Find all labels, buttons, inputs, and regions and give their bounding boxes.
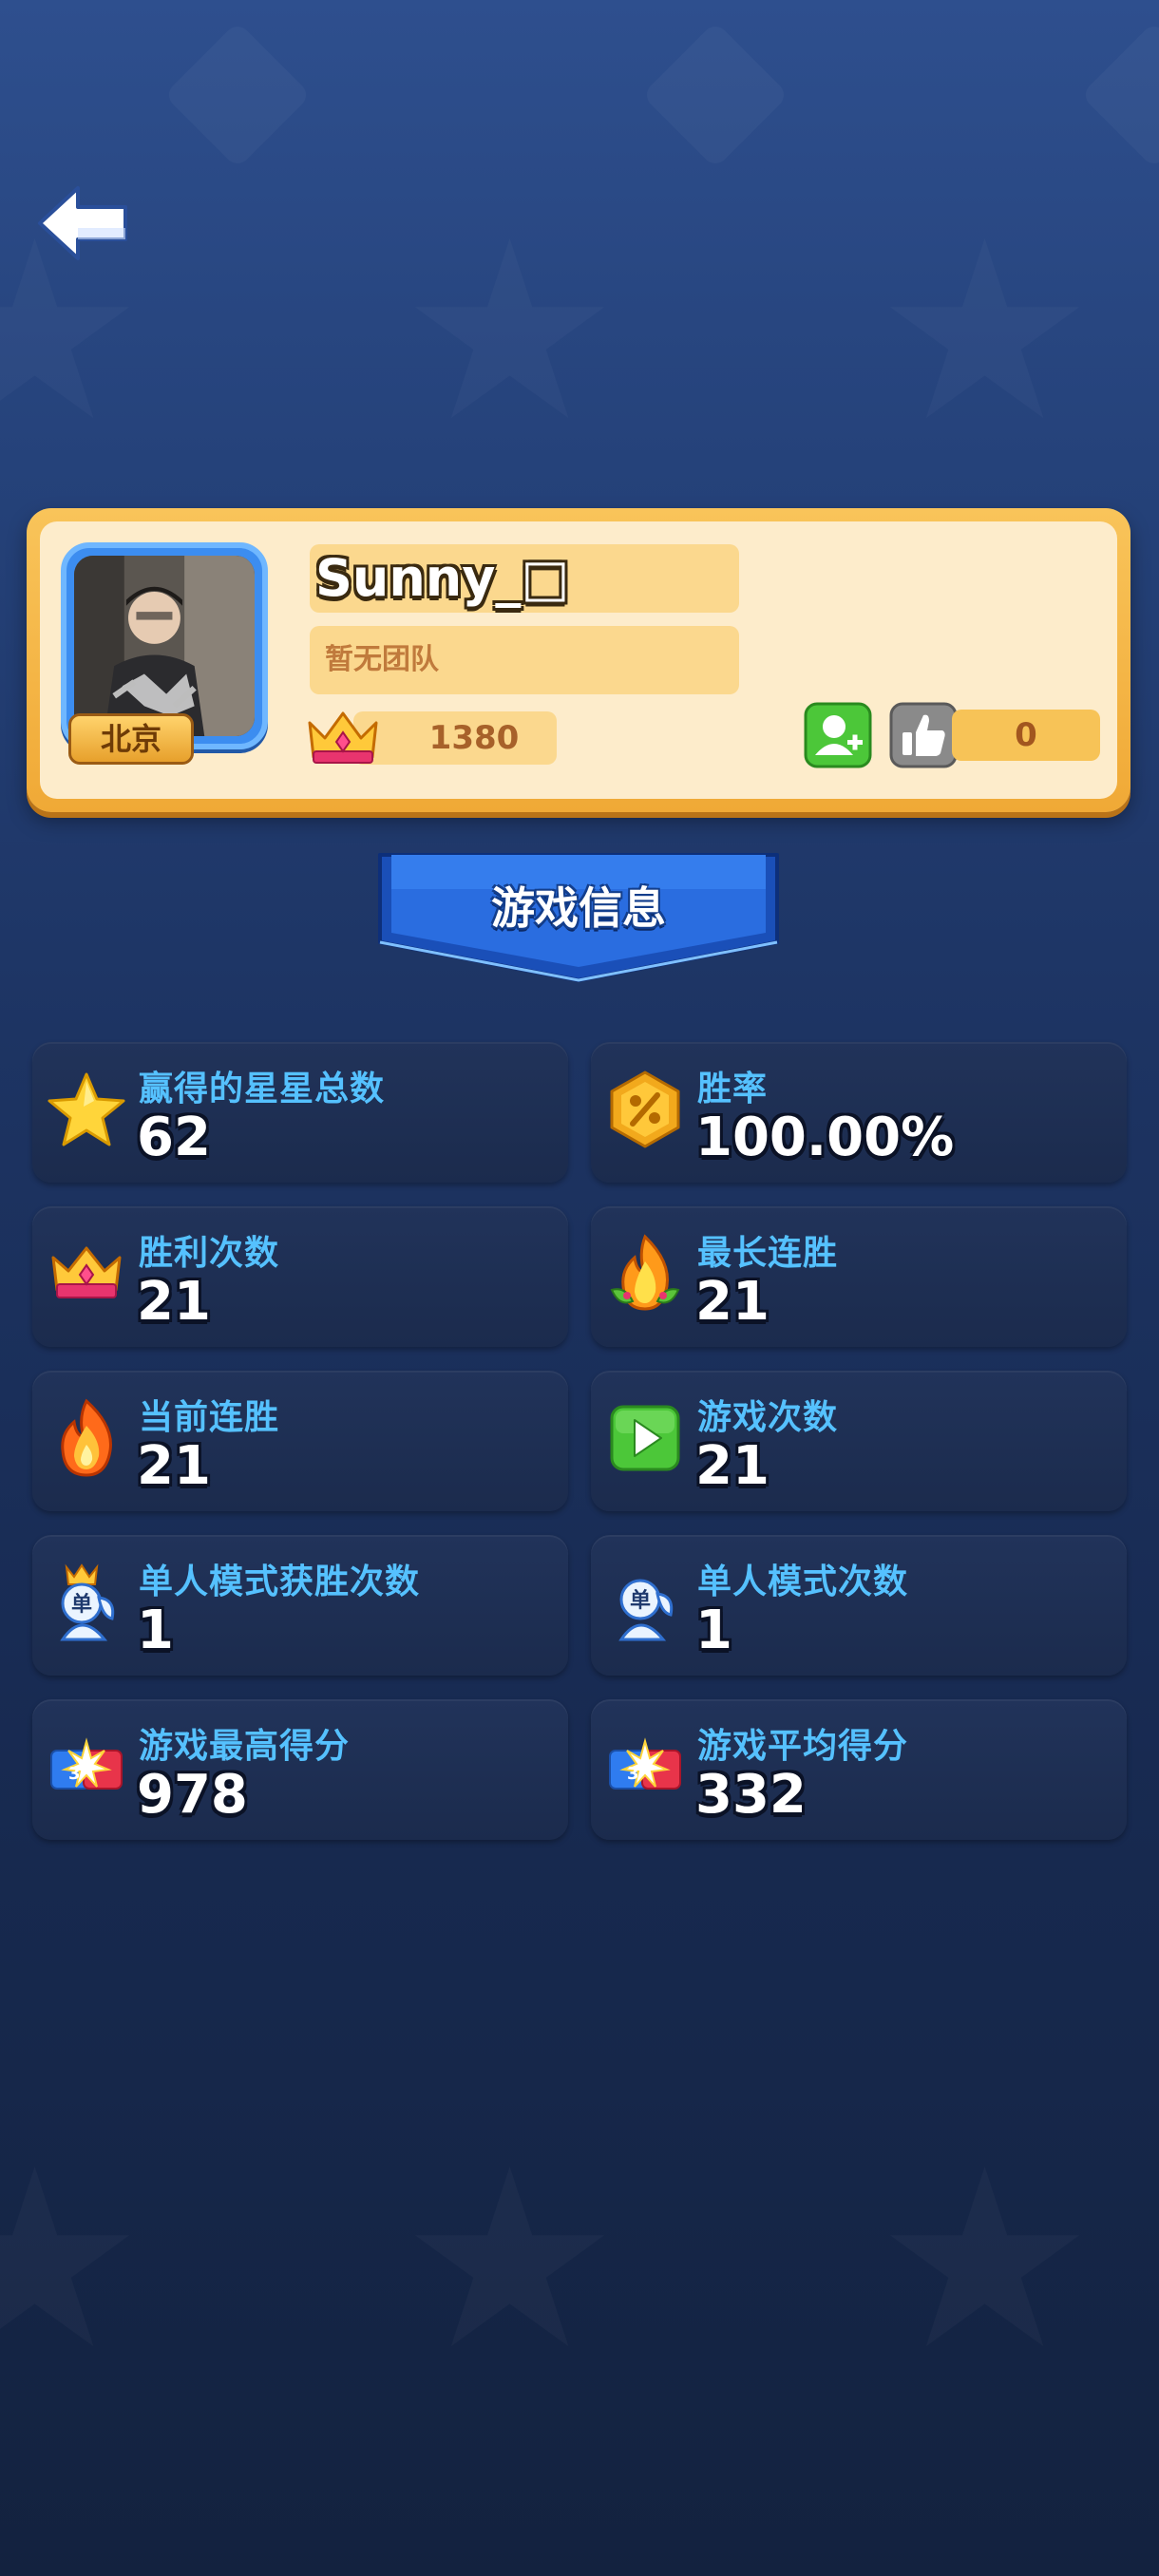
score-burst-icon: 3 bbox=[50, 1737, 123, 1790]
stat-value: 978 bbox=[137, 1764, 248, 1826]
play-icon bbox=[610, 1405, 680, 1471]
avatar bbox=[74, 556, 255, 736]
stat-value: 1 bbox=[695, 1600, 732, 1661]
stat-value: 21 bbox=[695, 1271, 770, 1333]
star-icon bbox=[48, 1072, 125, 1146]
avatar-photo-icon bbox=[74, 556, 255, 736]
add-friend-button[interactable] bbox=[804, 702, 872, 768]
stat-label: 游戏次数 bbox=[697, 1398, 839, 1437]
stat-card-wins: 胜利次数 21 bbox=[32, 1206, 568, 1347]
profile-card: 北京 Sunny_□ 暂无团队 1380 0 bbox=[27, 508, 1130, 812]
svg-text:单: 单 bbox=[630, 1589, 651, 1613]
section-title: 游戏信息 bbox=[491, 882, 666, 934]
score-burst-icon: 3 bbox=[609, 1737, 681, 1790]
stat-card-total-stars: 赢得的星星总数 62 bbox=[32, 1042, 568, 1183]
crown-icon bbox=[51, 1246, 122, 1298]
back-button[interactable] bbox=[34, 180, 133, 266]
stat-label: 赢得的星星总数 bbox=[139, 1070, 386, 1108]
percent-badge-icon bbox=[610, 1070, 680, 1148]
stat-label: 游戏平均得分 bbox=[697, 1727, 909, 1766]
stat-value: 21 bbox=[695, 1435, 770, 1497]
flame-leaf-icon bbox=[610, 1234, 680, 1311]
city-tag: 北京 bbox=[68, 713, 194, 765]
svg-text:单: 单 bbox=[71, 1593, 92, 1617]
stat-card-games-played: 游戏次数 21 bbox=[591, 1371, 1127, 1511]
stat-label: 胜率 bbox=[697, 1070, 769, 1108]
player-name: Sunny_□ bbox=[315, 548, 570, 608]
stat-value: 62 bbox=[137, 1107, 211, 1168]
stat-card-high-score: 3 游戏最高得分 978 bbox=[32, 1699, 568, 1840]
stat-card-average-score: 3 游戏平均得分 332 bbox=[591, 1699, 1127, 1840]
stat-label: 单人模式次数 bbox=[697, 1563, 909, 1601]
stat-label: 游戏最高得分 bbox=[139, 1727, 351, 1766]
stat-value: 21 bbox=[137, 1271, 211, 1333]
trophy-score: 1380 bbox=[353, 711, 557, 765]
stat-card-current-streak: 当前连胜 21 bbox=[32, 1371, 568, 1511]
stat-label: 最长连胜 bbox=[697, 1234, 839, 1273]
team-label[interactable]: 暂无团队 bbox=[310, 626, 739, 694]
svg-text:3: 3 bbox=[68, 1764, 81, 1784]
profile-card-inner: 北京 Sunny_□ 暂无团队 1380 0 bbox=[40, 521, 1117, 799]
add-friend-icon bbox=[804, 702, 872, 768]
solo-crown-icon: 单 bbox=[60, 1563, 115, 1641]
like-button[interactable] bbox=[889, 702, 958, 768]
solo-icon: 单 bbox=[618, 1579, 674, 1641]
stat-value: 100.00% bbox=[695, 1107, 955, 1168]
flame-icon bbox=[61, 1398, 112, 1477]
stat-label: 单人模式获胜次数 bbox=[139, 1563, 421, 1601]
thumbs-up-icon bbox=[889, 702, 958, 768]
stat-value: 332 bbox=[695, 1764, 807, 1826]
back-arrow-icon bbox=[38, 186, 127, 260]
stat-card-win-rate: 胜率 100.00% bbox=[591, 1042, 1127, 1183]
crown-icon bbox=[308, 711, 378, 764]
svg-text:3: 3 bbox=[627, 1764, 639, 1784]
stat-value: 21 bbox=[137, 1435, 211, 1497]
stat-card-longest-streak: 最长连胜 21 bbox=[591, 1206, 1127, 1347]
stat-label: 胜利次数 bbox=[139, 1234, 280, 1273]
stat-card-solo-games: 单 单人模式次数 1 bbox=[591, 1535, 1127, 1676]
stat-card-solo-wins: 单 单人模式获胜次数 1 bbox=[32, 1535, 568, 1676]
likes-count: 0 bbox=[952, 710, 1100, 761]
stat-value: 1 bbox=[137, 1600, 174, 1661]
stat-label: 当前连胜 bbox=[139, 1398, 280, 1437]
